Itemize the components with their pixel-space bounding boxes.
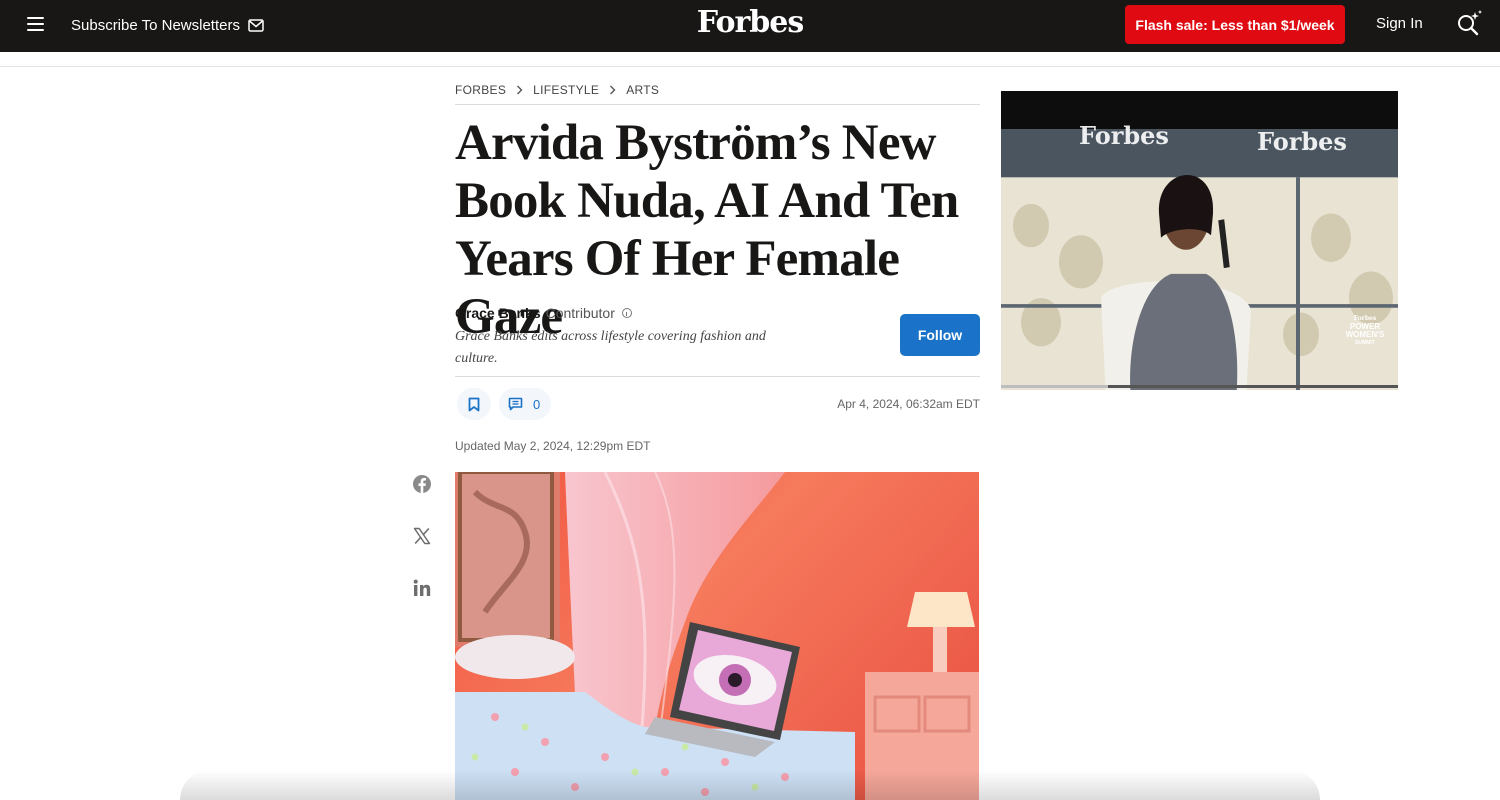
top-navigation-bar: Subscribe To Newsletters Forbes Flash sa…	[0, 0, 1500, 52]
published-date: Apr 4, 2024, 06:32am EDT	[837, 397, 980, 411]
bookmark-button[interactable]	[457, 388, 491, 420]
video-banner-forbes-left: Forbes	[1079, 121, 1169, 150]
article-hero-image	[455, 472, 979, 800]
comments-button[interactable]: 0	[499, 388, 551, 420]
updated-date: Updated May 2, 2024, 12:29pm EDT	[455, 439, 651, 453]
header-divider	[0, 66, 1500, 67]
comment-icon	[508, 397, 523, 411]
breadcrumb-lifestyle[interactable]: LIFESTYLE	[533, 83, 599, 97]
breadcrumb-arts[interactable]: ARTS	[626, 83, 659, 97]
video-progress-bar[interactable]	[1001, 385, 1398, 388]
video-progress-fill	[1001, 385, 1109, 388]
author-bio: Grace Banks edits across lifestyle cover…	[455, 329, 766, 366]
flash-sale-button[interactable]: Flash sale: Less than $1/week	[1125, 5, 1345, 44]
search-sparkle-icon[interactable]	[1454, 9, 1484, 39]
breadcrumb-divider	[455, 104, 980, 105]
author-byline: Grace Banks Contributor	[455, 305, 632, 321]
info-icon[interactable]	[621, 308, 632, 318]
sign-in-link[interactable]: Sign In	[1376, 15, 1423, 32]
chevron-right-icon	[517, 85, 523, 95]
video-banner-forbes-right: Forbes	[1257, 127, 1347, 156]
power-womens-summit-badge: Forbes POWER WOMEN'S SUMMIT	[1337, 315, 1393, 347]
video-frame	[1001, 129, 1398, 390]
author-role: Contributor	[545, 305, 615, 321]
badge-line: WOMEN'S	[1345, 330, 1385, 339]
badge-line: SUMMIT	[1355, 340, 1375, 346]
author-name[interactable]: Grace Banks	[455, 305, 541, 321]
follow-button[interactable]: Follow	[900, 314, 980, 356]
chevron-right-icon	[610, 85, 616, 95]
facebook-icon[interactable]	[411, 473, 433, 495]
x-icon[interactable]	[411, 525, 433, 547]
breadcrumb-forbes[interactable]: FORBES	[455, 83, 506, 97]
linkedin-icon[interactable]	[411, 577, 433, 599]
breadcrumb: FORBES LIFESTYLE ARTS	[455, 83, 659, 97]
scroll-shadow	[180, 770, 1320, 800]
video-player[interactable]: Forbes Forbes Forbes POWER WOMEN'S SUMMI…	[1001, 91, 1398, 390]
comment-count: 0	[533, 396, 541, 412]
author-divider	[455, 376, 980, 377]
bookmark-icon	[468, 397, 480, 411]
